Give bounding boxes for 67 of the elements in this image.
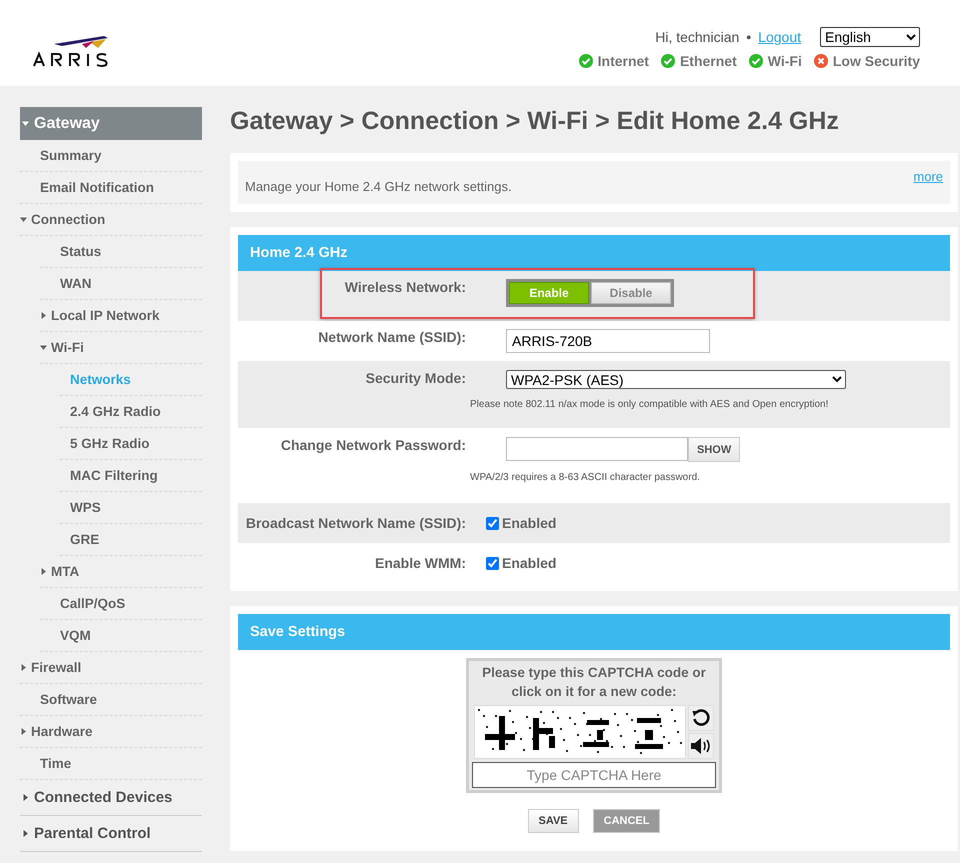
caret-right-icon xyxy=(20,728,27,735)
caret-down-icon xyxy=(22,120,29,127)
caret-down-icon xyxy=(40,344,47,351)
caret-right-icon xyxy=(40,312,47,319)
sidebar-item[interactable]: MTA xyxy=(40,556,202,588)
section-header: Save Settings xyxy=(238,614,950,650)
cancel-button[interactable]: CANCEL xyxy=(592,809,660,833)
checkbox-label: Enabled xyxy=(502,555,556,571)
section-header: Home 2.4 GHz xyxy=(238,235,950,271)
sidebar-section[interactable]: Gateway xyxy=(20,107,202,140)
sidebar-section[interactable]: Connected Devices xyxy=(20,780,202,816)
caret-right-icon xyxy=(22,830,29,837)
field-label: Change Network Password: xyxy=(280,437,466,453)
language-select[interactable]: English xyxy=(820,27,920,47)
caret-right-icon xyxy=(22,794,29,801)
field-label: Enable WMM: xyxy=(374,555,466,571)
speaker-icon[interactable] xyxy=(688,733,714,759)
status-label: Internet xyxy=(598,53,649,69)
checkbox[interactable] xyxy=(486,516,499,530)
captcha-prompt: Please type this CAPTCHA code or click on it for a new code: xyxy=(481,664,707,701)
sidebar-item[interactable]: Time xyxy=(20,748,202,780)
sidebar-item[interactable]: Connection xyxy=(20,204,202,236)
greeting-text: Hi, technician xyxy=(655,29,740,45)
password-field[interactable] xyxy=(506,437,688,461)
toggle-option[interactable]: Disable xyxy=(591,282,671,304)
sidebar-item[interactable]: WAN xyxy=(40,268,202,300)
enable-toggle[interactable]: Enable Disable xyxy=(506,279,674,307)
status-label: Wi-Fi xyxy=(768,53,802,69)
caret-right-icon xyxy=(40,568,47,575)
sidebar-item[interactable]: Hardware xyxy=(20,716,202,748)
sidebar-item[interactable]: Software xyxy=(20,684,202,716)
captcha-field[interactable]: Type CAPTCHA Here xyxy=(472,762,716,788)
field-label: Wireless Network: xyxy=(344,279,466,295)
show-button[interactable]: SHOW xyxy=(688,437,740,462)
intro-text: Manage your Home 2.4 GHz network settings. xyxy=(245,179,512,194)
status-label: Low Security xyxy=(832,53,920,69)
sidebar-item[interactable]: Firewall xyxy=(20,652,202,684)
field-label: Network Name (SSID): xyxy=(317,329,466,345)
sidebar-section[interactable]: Parental Control xyxy=(20,816,202,852)
caret-right-icon xyxy=(20,664,27,671)
input-field[interactable]: ARRIS-720B xyxy=(506,329,710,353)
sidebar-item[interactable]: CallP/QoS xyxy=(40,588,202,620)
page-title: Gateway > Connection > Wi-Fi > Edit Home 2.4 GHz xyxy=(230,107,840,135)
sidebar-item[interactable]: VQM xyxy=(40,620,202,652)
help-text: WPA/2/3 requires a 8-63 ASCII character password. xyxy=(470,472,701,483)
help-text: Please note 802.11 n/ax mode is only compatible with AES and Open encryption! xyxy=(470,399,830,410)
status-label: Ethernet xyxy=(680,53,737,69)
caret-down-icon xyxy=(20,216,27,223)
sidebar-item[interactable]: 5 GHz Radio xyxy=(60,428,202,460)
select-field[interactable]: WPA2-PSK (AES) xyxy=(506,370,846,389)
sidebar-item[interactable]: WPS xyxy=(60,492,202,524)
sidebar-item[interactable]: 2.4 GHz Radio xyxy=(60,396,202,428)
sidebar-item[interactable]: Local IP Network xyxy=(40,300,202,332)
sidebar-item[interactable]: MAC Filtering xyxy=(60,460,202,492)
sidebar-item[interactable]: GRE xyxy=(60,524,202,556)
save-button[interactable]: SAVE xyxy=(528,809,579,833)
field-label: Security Mode: xyxy=(364,370,466,386)
separator-dot: • xyxy=(746,29,752,45)
sidebar-item[interactable]: Status xyxy=(40,236,202,268)
checkbox[interactable] xyxy=(486,556,499,570)
logout-link[interactable]: Logout xyxy=(758,29,801,45)
refresh-icon[interactable] xyxy=(688,705,714,731)
field-label: Broadcast Network Name (SSID): xyxy=(244,515,466,531)
checkbox-label: Enabled xyxy=(502,515,556,531)
sidebar-item[interactable]: Email Notification xyxy=(20,172,202,204)
sidebar-item[interactable]: Summary xyxy=(20,140,202,172)
sidebar-item[interactable]: Wi-Fi xyxy=(40,332,202,364)
